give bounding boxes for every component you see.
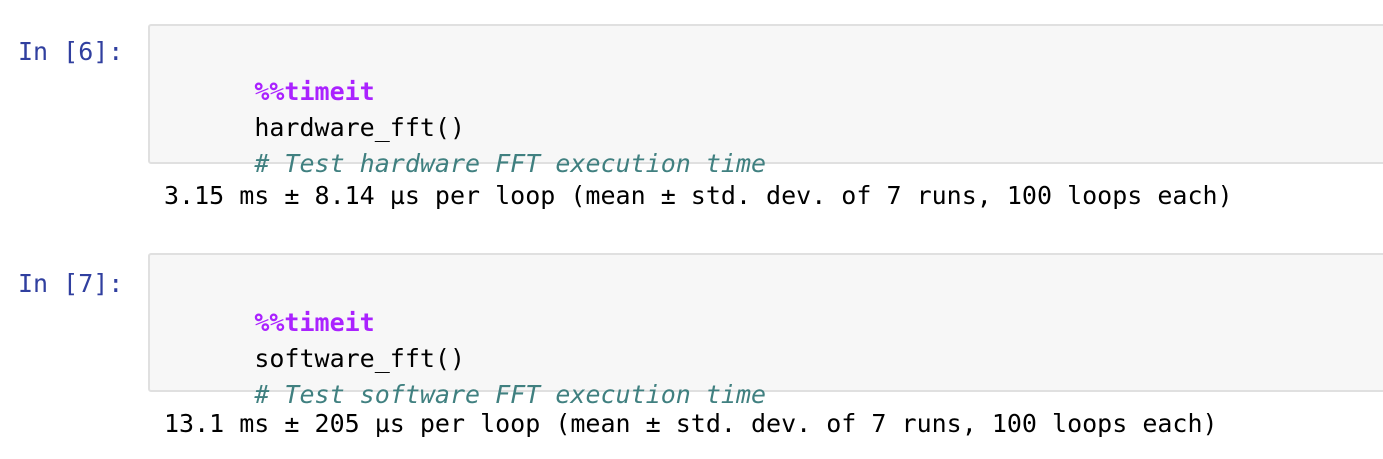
input-prompt: In [7]: [18,269,124,298]
input-prompt: In [6]: [18,37,124,66]
magic-command: %%timeit [254,308,375,337]
code-line-magic: %%timeit [164,38,1383,106]
code-cell[interactable]: In [6]: %%timeit hardware_fft() # Test h… [0,24,1383,234]
code-cell[interactable]: In [7]: %%timeit software_fft() # Test s… [0,253,1383,459]
code-comment: # Test software FFT execution time [254,380,767,409]
cell-output: 3.15 ms ± 8.14 µs per loop (mean ± std. … [164,181,1233,210]
code-input-area[interactable]: %%timeit software_fft() # Test software … [148,253,1383,409]
code-line-magic: %%timeit [164,269,1383,337]
cell-output: 13.1 ms ± 205 µs per loop (mean ± std. d… [164,409,1218,438]
function-call: hardware_fft() [254,113,466,142]
code-input-area[interactable]: %%timeit hardware_fft() # Test hardware … [148,24,1383,178]
code-comment: # Test hardware FFT execution time [254,149,767,178]
function-call: software_fft() [254,344,466,373]
magic-command: %%timeit [254,77,375,106]
